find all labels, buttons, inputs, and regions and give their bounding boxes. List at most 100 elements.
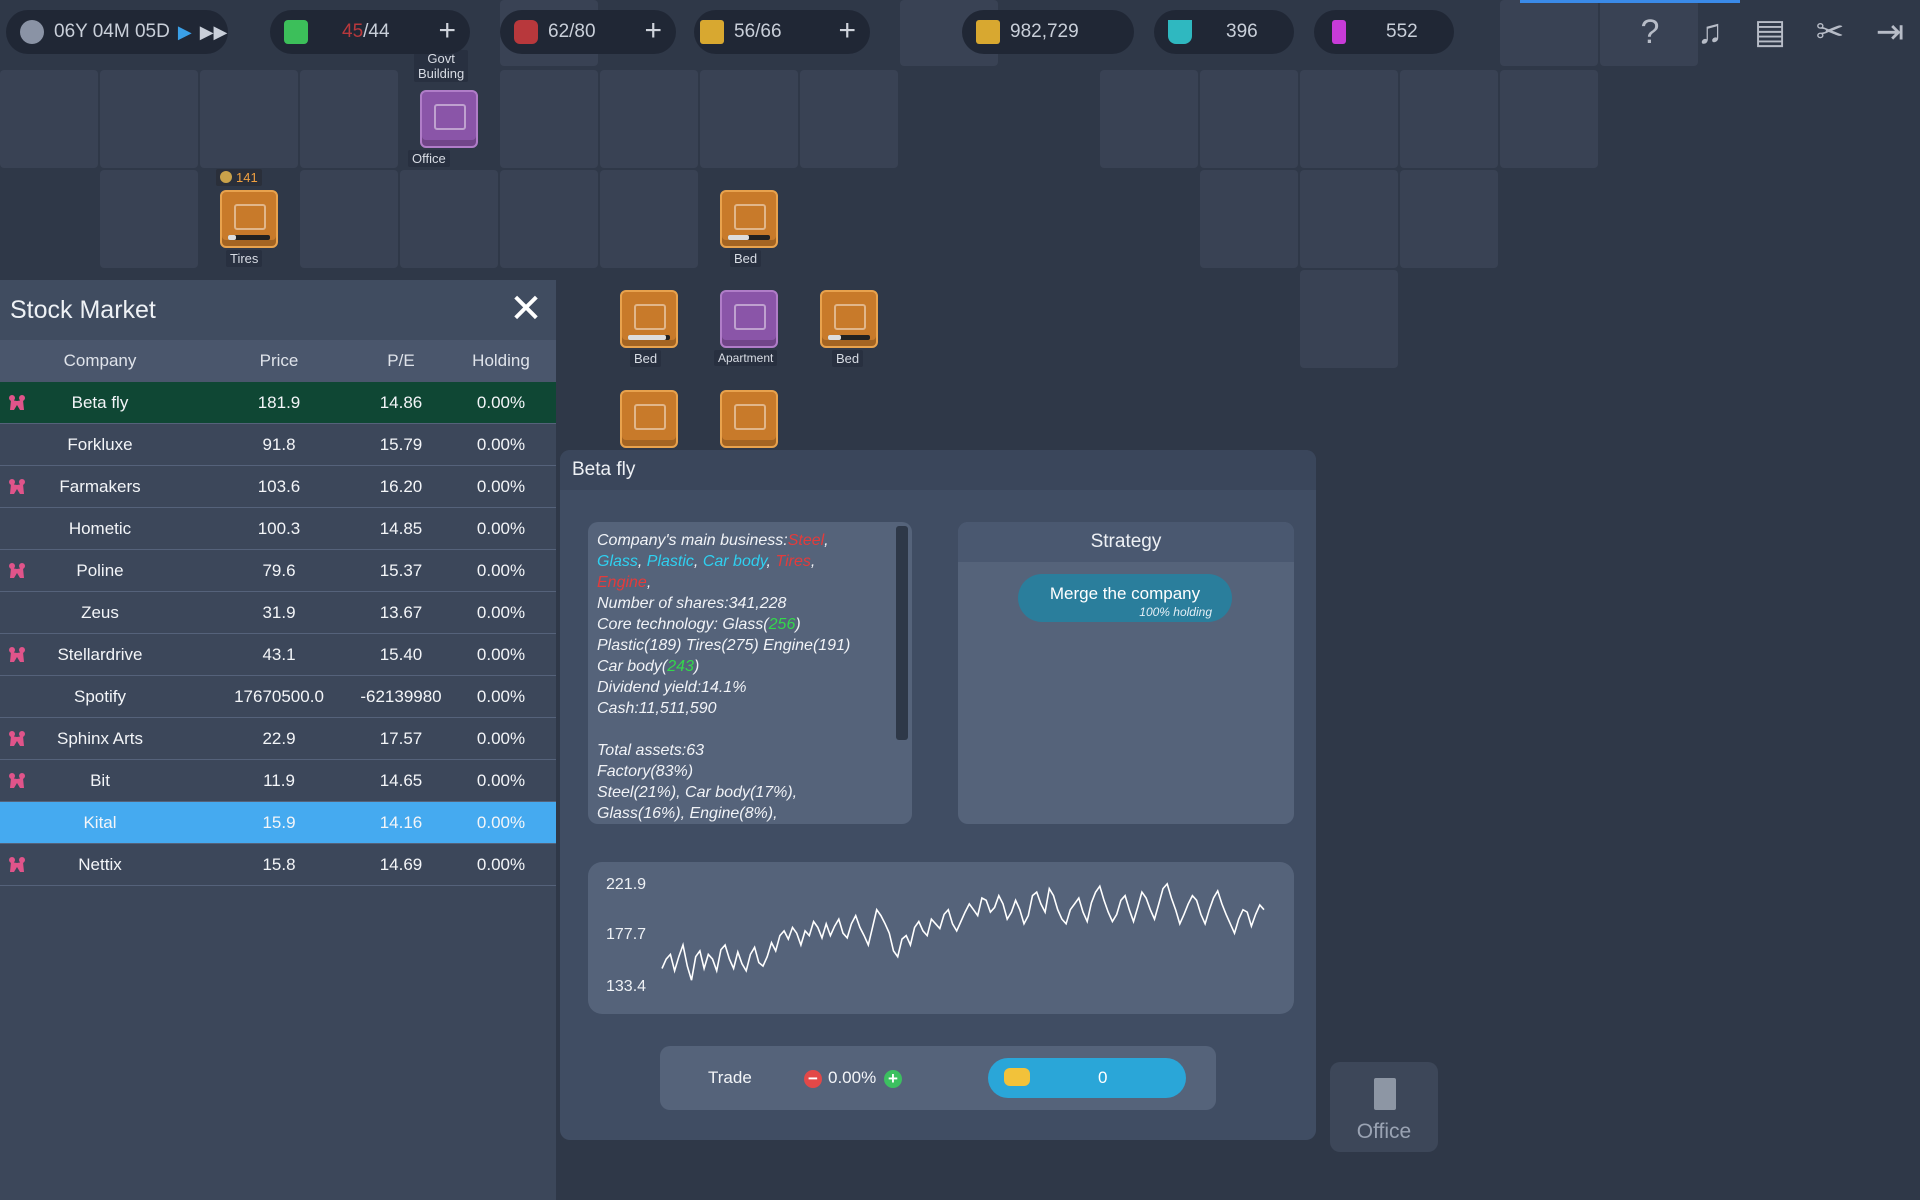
handshake-icon xyxy=(1004,1068,1030,1086)
company-name: Poline xyxy=(76,560,124,580)
map-tile[interactable] xyxy=(700,70,798,168)
price-value: 17670500.0 xyxy=(234,686,324,706)
map-tile[interactable] xyxy=(1100,70,1198,168)
holding-value: 0.00% xyxy=(476,602,526,622)
help-icon[interactable]: ? xyxy=(1630,12,1670,52)
map-tile[interactable] xyxy=(1500,0,1598,66)
trade-quantity-button[interactable]: 0 xyxy=(988,1058,1186,1098)
map-tile[interactable] xyxy=(1200,70,1298,168)
table-row[interactable]: Beta fly 181.9 14.86 0.00% xyxy=(0,382,556,424)
holding-value: 0.00% xyxy=(476,728,526,748)
company-name: Spotify xyxy=(74,686,126,706)
table-row[interactable]: Nettix 15.8 14.69 0.00% xyxy=(0,844,556,886)
worker-icon xyxy=(514,20,538,44)
map-tile[interactable] xyxy=(500,170,598,268)
company-name: Forkluxe xyxy=(67,434,133,454)
apartment-building[interactable] xyxy=(720,290,778,348)
pe-value: 13.67 xyxy=(379,602,423,622)
apartment-icon xyxy=(734,304,766,330)
factory-icon xyxy=(234,204,266,230)
scissors-icon[interactable]: ✂ xyxy=(1810,12,1850,52)
add-workers-button[interactable]: + xyxy=(644,16,662,46)
map-tile[interactable] xyxy=(600,170,698,268)
bear-icon xyxy=(8,856,26,873)
housing-current: 45 xyxy=(342,21,364,42)
pe-value: 15.79 xyxy=(379,434,423,454)
table-row[interactable]: Zeus 31.9 13.67 0.00% xyxy=(0,592,556,634)
play-icon[interactable]: ▶ xyxy=(178,22,192,43)
factory-building[interactable] xyxy=(720,390,778,448)
minus-icon: − xyxy=(808,1069,818,1088)
pe-value: 14.16 xyxy=(379,812,423,832)
money-text: 982,729 xyxy=(1010,21,1079,42)
store-icon[interactable]: ▤ xyxy=(1750,12,1790,52)
price-value: 91.8 xyxy=(262,434,296,454)
decrease-button[interactable]: − xyxy=(804,1070,822,1088)
factory-icon xyxy=(734,404,766,430)
bed-building[interactable] xyxy=(620,290,678,348)
add-trucks-button[interactable]: + xyxy=(838,16,856,46)
map-tile[interactable] xyxy=(1300,270,1398,368)
merge-company-button[interactable]: Merge the company 100% holding xyxy=(1018,574,1232,622)
add-housing-button[interactable]: + xyxy=(438,16,456,46)
map-tile[interactable] xyxy=(1300,170,1398,268)
date-display: 06Y 04M 05D ▶ ▶▶ xyxy=(6,10,228,54)
bed-building[interactable] xyxy=(720,190,778,248)
increase-button[interactable]: + xyxy=(884,1070,902,1088)
office-build-button[interactable]: Office xyxy=(1330,1062,1438,1152)
close-button[interactable]: ✕ xyxy=(508,289,544,329)
music-icon[interactable]: ♫ xyxy=(1690,12,1730,52)
bed-label: Bed xyxy=(630,350,662,367)
map-tile[interactable] xyxy=(100,70,198,168)
company-name: Stellardrive xyxy=(57,644,143,664)
table-row[interactable]: Farmakers 103.6 16.20 0.00% xyxy=(0,466,556,508)
map-tile[interactable] xyxy=(1500,70,1598,168)
map-tile[interactable] xyxy=(600,70,698,168)
company-info-box[interactable]: Company's main business:Steel, Glass, Pl… xyxy=(588,522,912,824)
map-tile[interactable] xyxy=(200,70,298,168)
map-tile[interactable] xyxy=(800,70,898,168)
company-detail-title: Beta fly xyxy=(560,450,1316,490)
factory-building[interactable] xyxy=(620,390,678,448)
exit-icon[interactable]: ⇥ xyxy=(1870,12,1910,52)
money-display: 982,729 xyxy=(962,10,1134,54)
map-tile[interactable] xyxy=(1300,70,1398,168)
power-text: 552 xyxy=(1386,21,1418,42)
map-tile[interactable] xyxy=(300,70,398,168)
table-row[interactable]: Forkluxe 91.8 15.79 0.00% xyxy=(0,424,556,466)
map-tile[interactable] xyxy=(0,70,98,168)
map-tile[interactable] xyxy=(400,170,498,268)
bed-building[interactable] xyxy=(820,290,878,348)
trucks-display: 56/66 + xyxy=(694,10,870,54)
table-row[interactable]: Hometic 100.3 14.85 0.00% xyxy=(0,508,556,550)
map-tile[interactable] xyxy=(300,170,398,268)
map-tile[interactable] xyxy=(1400,70,1498,168)
fast-forward-icon[interactable]: ▶▶ xyxy=(200,22,228,43)
table-row[interactable]: Spotify 17670500.0 -62139980 0.00% xyxy=(0,676,556,718)
factory-icon xyxy=(634,404,666,430)
tires-factory[interactable] xyxy=(220,190,278,248)
trade-percent: 0.00% xyxy=(828,1068,877,1087)
map-tile[interactable] xyxy=(1400,170,1498,268)
column-pe: P/E xyxy=(387,351,415,370)
table-row[interactable]: Poline 79.6 15.37 0.00% xyxy=(0,550,556,592)
info-scrollbar[interactable] xyxy=(896,526,908,740)
holding-value: 0.00% xyxy=(476,560,526,580)
bear-icon xyxy=(8,772,26,789)
table-row[interactable]: Stellardrive 43.1 15.40 0.00% xyxy=(0,634,556,676)
map-tile[interactable] xyxy=(500,70,598,168)
clock-icon xyxy=(20,20,44,44)
map-tile[interactable] xyxy=(100,170,198,268)
price-series-line xyxy=(661,882,1265,981)
table-row[interactable]: Sphinx Arts 22.9 17.57 0.00% xyxy=(0,718,556,760)
price-value: 43.1 xyxy=(262,644,296,664)
map-tile[interactable] xyxy=(1200,170,1298,268)
bed-icon xyxy=(634,304,666,330)
bear-icon xyxy=(8,562,26,579)
price-value: 31.9 xyxy=(262,602,296,622)
office-building[interactable] xyxy=(420,90,478,148)
table-row[interactable]: Bit 11.9 14.65 0.00% xyxy=(0,760,556,802)
workers-display: 62/80 + xyxy=(500,10,676,54)
company-name: Kital xyxy=(83,812,117,832)
table-row[interactable]: Kital 15.9 14.16 0.00% xyxy=(0,802,556,844)
